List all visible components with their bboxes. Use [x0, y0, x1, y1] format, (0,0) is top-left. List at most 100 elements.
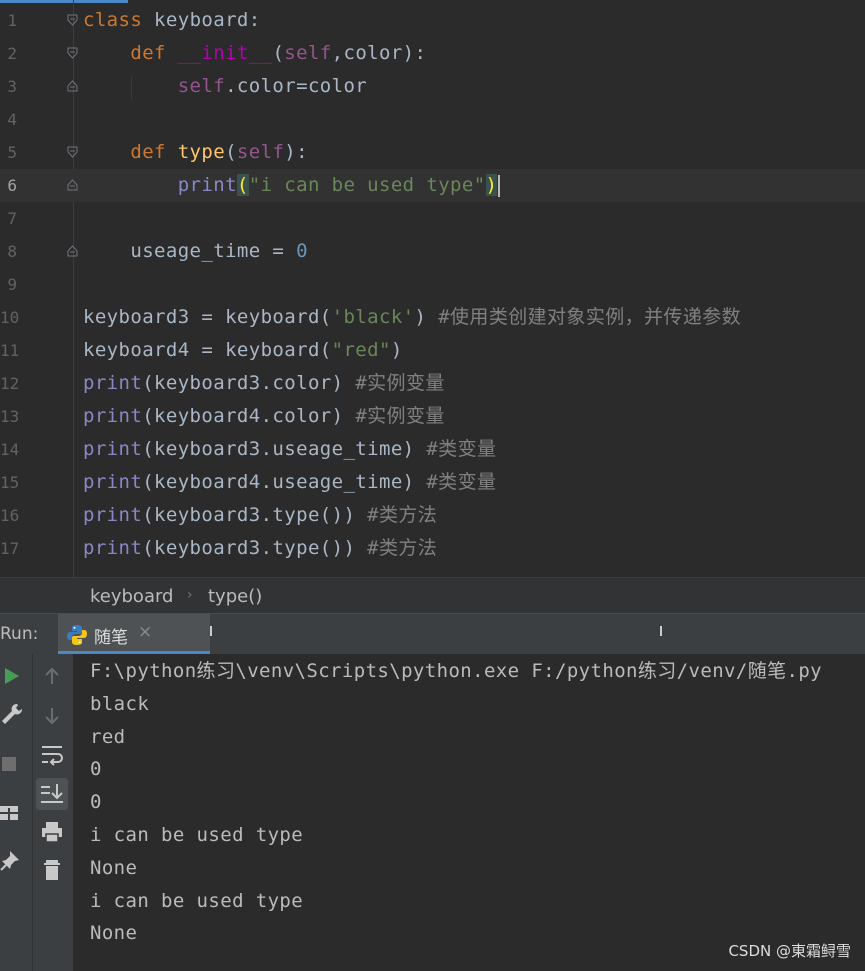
line-number[interactable]: 5	[0, 136, 17, 169]
line-number[interactable]: 3	[0, 70, 17, 103]
code-token: class	[83, 9, 155, 31]
line-number[interactable]: 15	[0, 466, 19, 499]
code-token: ,color):	[331, 42, 427, 64]
line-number[interactable]: 16	[0, 499, 19, 532]
code-token: (	[272, 42, 285, 64]
code-text: keyboard4 = keyboard("red")	[83, 334, 403, 367]
code-token: ):	[284, 141, 308, 163]
code-text: def __init__(self,color):	[83, 37, 426, 70]
line-number[interactable]: 9	[0, 268, 17, 301]
code-line[interactable]: 4	[0, 103, 865, 136]
code-token: print	[83, 438, 143, 460]
fold-end-icon[interactable]	[67, 179, 78, 191]
code-line[interactable]: 7	[0, 202, 865, 235]
print-icon[interactable]	[38, 818, 66, 846]
code-line[interactable]: 11 keyboard4 = keyboard("red")	[0, 334, 865, 367]
run-tab[interactable]: 随笔 ×	[58, 614, 210, 654]
fold-end-icon[interactable]	[67, 245, 78, 257]
scroll-to-end-icon[interactable]	[36, 778, 68, 810]
code-text: useage_time = 0	[83, 235, 308, 268]
fold-open-icon[interactable]	[67, 47, 78, 59]
rerun-icon[interactable]	[0, 662, 28, 690]
arrow-up-icon[interactable]	[38, 662, 66, 690]
fold-open-icon[interactable]	[67, 146, 78, 158]
fold-end-icon[interactable]	[67, 80, 78, 92]
code-token: __init__	[177, 42, 273, 64]
line-number[interactable]: 17	[0, 532, 19, 565]
code-line[interactable]: 16 print(keyboard3.type()) #类方法	[0, 499, 865, 532]
run-tool-window-header: Run: 随笔 ×	[0, 613, 865, 655]
code-token: keyboard:	[154, 9, 261, 31]
breadcrumb-item-method[interactable]: type()	[208, 586, 262, 607]
code-token: )	[390, 339, 403, 361]
code-line[interactable]: 10 keyboard3 = keyboard('black') #使用类创建对象…	[0, 301, 865, 334]
code-token: print	[83, 372, 143, 394]
fold-open-icon[interactable]	[67, 14, 78, 26]
code-token: type	[177, 141, 226, 163]
code-token: (keyboard3.type())	[142, 537, 368, 559]
soft-wrap-icon[interactable]	[38, 740, 66, 768]
code-line[interactable]: 8 useage_time = 0	[0, 235, 865, 268]
breadcrumb-item-class[interactable]: keyboard	[90, 586, 174, 607]
code-line[interactable]: 2 def __init__(self,color):	[0, 37, 865, 70]
stop-icon[interactable]	[0, 751, 28, 779]
code-token: .color=color	[225, 75, 368, 97]
code-token: keyboard3 = keyboard(	[83, 306, 332, 328]
code-token: #使用类创建对象实例，并传递参数	[438, 306, 742, 328]
code-line[interactable]: 17 print(keyboard3.type()) #类方法	[0, 532, 865, 565]
breadcrumb-separator-icon: ›	[187, 587, 193, 603]
console-line: None	[90, 922, 138, 945]
code-editor[interactable]: 1 class keyboard: 2 def __init__(self,colo…	[0, 0, 865, 577]
code-line[interactable]: 12 print(keyboard3.color) #实例变量	[0, 367, 865, 400]
line-number[interactable]: 6	[0, 169, 17, 202]
line-number[interactable]: 8	[0, 235, 17, 268]
console-line: F:\python练习\venv\Scripts\python.exe F:/p…	[90, 660, 823, 682]
line-number[interactable]: 14	[0, 433, 19, 466]
code-token: "red"	[331, 339, 391, 361]
code-token: self	[177, 75, 226, 97]
trash-icon[interactable]	[38, 856, 66, 884]
console-line: 0	[90, 758, 102, 781]
run-console-output[interactable]: F:\python练习\venv\Scripts\python.exe F:/p…	[74, 654, 865, 971]
layout-icon[interactable]	[0, 800, 28, 828]
line-number[interactable]: 13	[0, 400, 19, 433]
code-line[interactable]: 14 print(keyboard3.useage_time) #类变量	[0, 433, 865, 466]
run-toolbar-primary	[0, 654, 33, 971]
console-line: 0	[90, 791, 102, 814]
code-token: (keyboard4.useage_time)	[142, 471, 427, 493]
code-token: print	[83, 471, 143, 493]
code-line[interactable]: 3 self.color=color	[0, 70, 865, 103]
code-line[interactable]: 6 print("i can be used type")	[0, 169, 865, 202]
wrench-icon[interactable]	[0, 700, 28, 728]
line-number[interactable]: 2	[0, 37, 17, 70]
pin-icon[interactable]	[0, 848, 28, 876]
code-line[interactable]: 15 print(keyboard4.useage_time) #类变量	[0, 466, 865, 499]
line-number[interactable]: 11	[0, 334, 19, 367]
line-number[interactable]: 12	[0, 367, 19, 400]
code-text: print(keyboard3.useage_time) #类变量	[83, 433, 496, 466]
code-token: print	[83, 405, 143, 427]
code-text: print(keyboard3.type()) #类方法	[83, 499, 437, 532]
code-token: (keyboard4.color)	[142, 405, 356, 427]
code-text: class keyboard:	[83, 4, 261, 37]
code-line[interactable]: 13 print(keyboard4.color) #实例变量	[0, 400, 865, 433]
code-line[interactable]: 9	[0, 268, 865, 301]
code-line[interactable]: 1 class keyboard:	[0, 4, 865, 37]
line-number[interactable]: 1	[0, 4, 17, 37]
run-label: Run:	[0, 624, 39, 644]
line-number[interactable]: 4	[0, 103, 17, 136]
console-line: i can be used type	[90, 889, 304, 912]
console-line: i can be used type	[90, 824, 304, 846]
code-line[interactable]: 5 def type(self):	[0, 136, 865, 169]
code-token: self	[236, 141, 285, 163]
run-toolbar-secondary	[33, 654, 74, 971]
arrow-down-icon[interactable]	[38, 702, 66, 730]
breadcrumb: keyboard › type()	[0, 577, 865, 613]
code-token: (	[236, 174, 249, 196]
line-number[interactable]: 7	[0, 202, 17, 235]
close-icon[interactable]: ×	[138, 622, 152, 642]
line-number[interactable]: 10	[0, 301, 19, 334]
